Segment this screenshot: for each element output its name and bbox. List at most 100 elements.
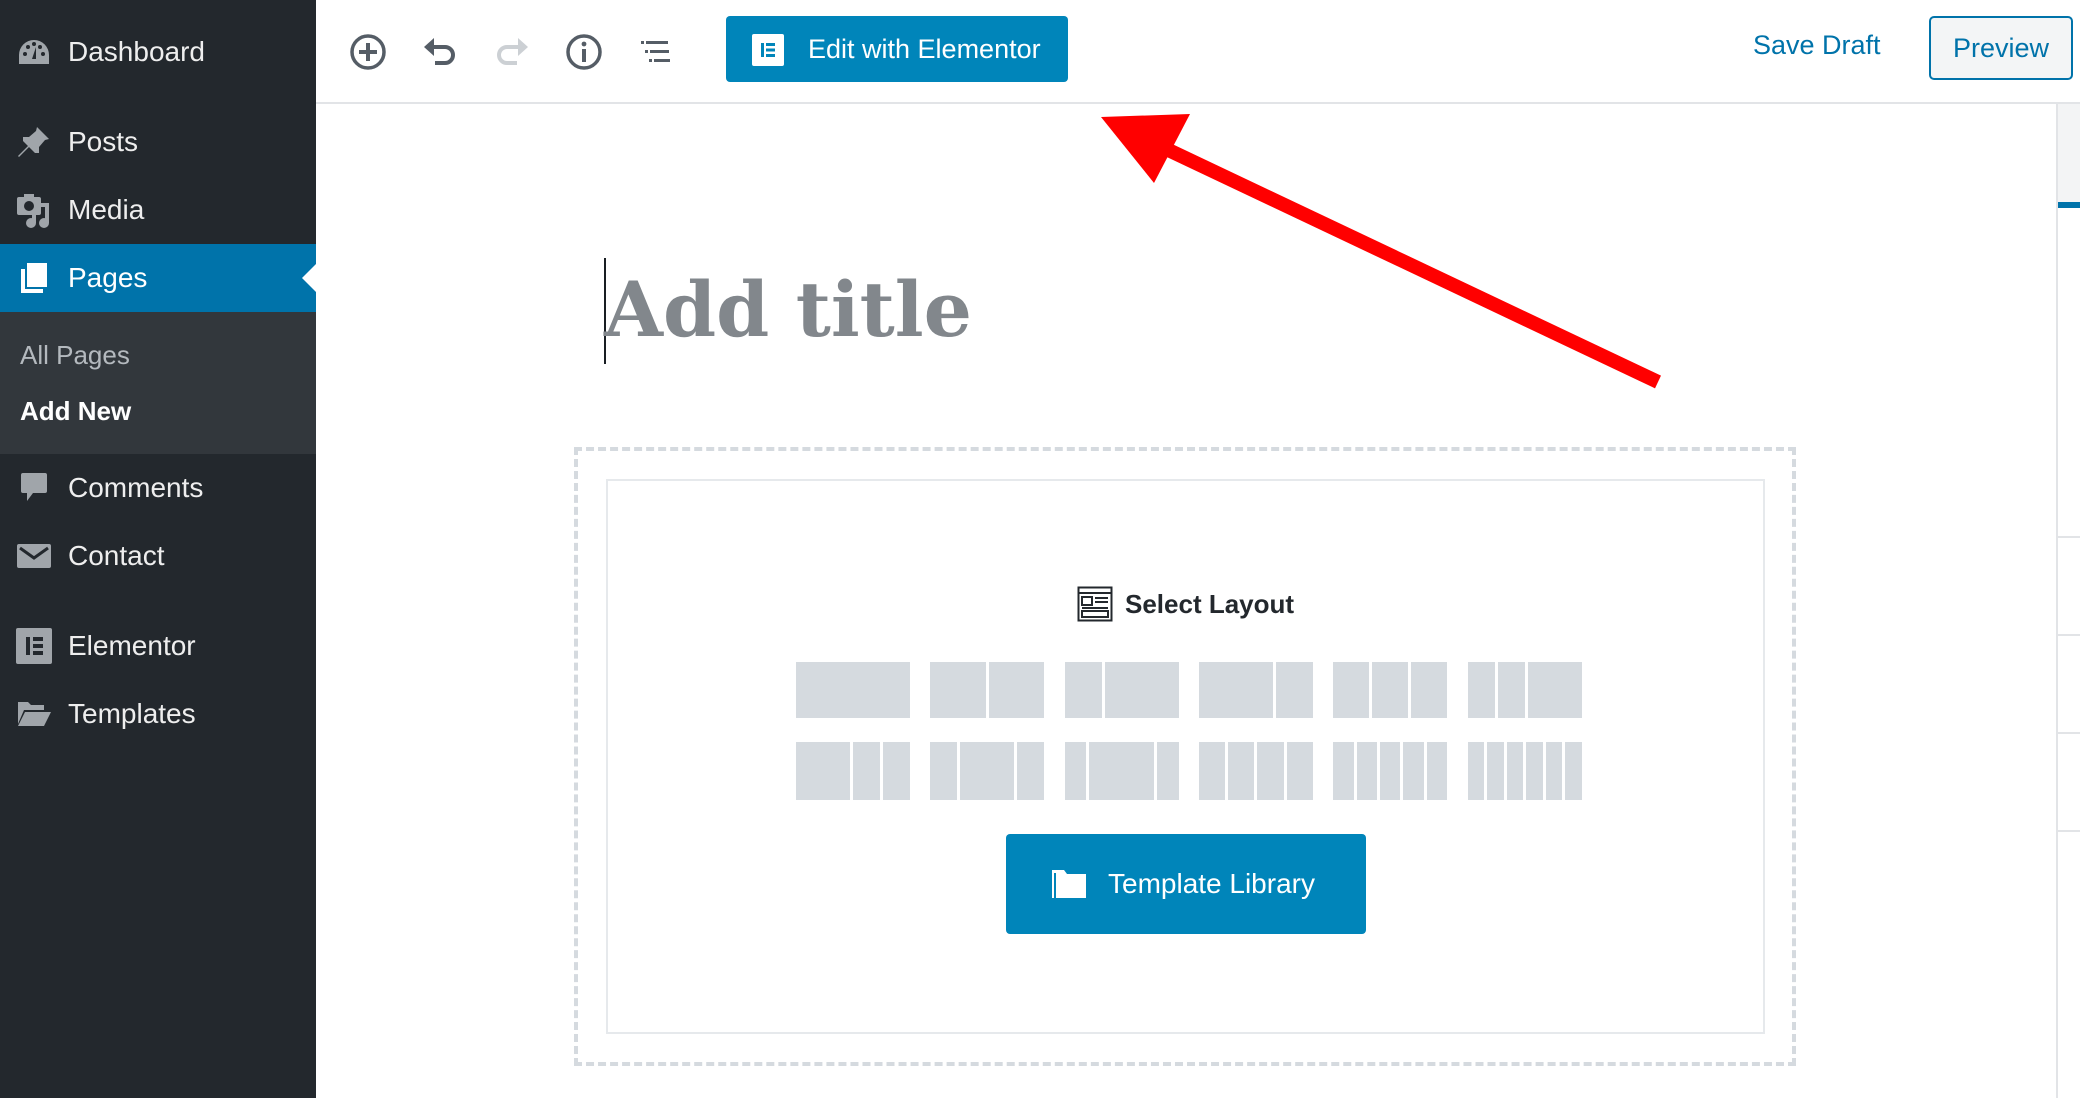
preview-button[interactable]: Preview bbox=[1929, 16, 2073, 80]
layout-preset-column bbox=[1487, 742, 1504, 800]
folder-icon bbox=[1052, 870, 1086, 898]
layout-preset-column bbox=[1467, 662, 1495, 718]
layout-preset-column bbox=[883, 742, 910, 800]
layout-preset[interactable] bbox=[930, 742, 1045, 800]
layout-preset-column bbox=[796, 662, 910, 718]
editor-toolbar: Edit with Elementor Save Draft Preview bbox=[316, 0, 2080, 104]
sidebar-item-media[interactable]: Media bbox=[0, 176, 316, 244]
layout-preset-column bbox=[1411, 662, 1448, 718]
mail-icon bbox=[14, 536, 54, 576]
sidebar-item-contact[interactable]: Contact bbox=[0, 522, 316, 590]
layout-preset-column bbox=[1064, 662, 1102, 718]
layout-preset-column bbox=[930, 662, 986, 718]
sidebar-item-label: Templates bbox=[68, 698, 196, 729]
pages-submenu: All Pages Add New bbox=[0, 312, 316, 454]
add-block-icon[interactable] bbox=[348, 32, 388, 72]
save-draft-button[interactable]: Save Draft bbox=[1753, 30, 1881, 61]
layout-preset-column bbox=[1156, 742, 1179, 800]
layout-preset-column bbox=[1333, 742, 1354, 800]
layout-preset-column bbox=[988, 662, 1045, 718]
layout-preset[interactable] bbox=[1198, 662, 1313, 718]
template-library-label: Template Library bbox=[1108, 868, 1315, 899]
layout-preset[interactable] bbox=[1198, 742, 1313, 800]
outline-icon[interactable] bbox=[636, 32, 676, 72]
pages-icon bbox=[14, 258, 54, 298]
admin-sidebar: Dashboard Posts Media Pages All Pages Ad… bbox=[0, 0, 316, 1098]
layout-preset[interactable] bbox=[1333, 662, 1448, 718]
layout-preset-column bbox=[1426, 742, 1448, 800]
select-layout-label: Select Layout bbox=[1125, 588, 1295, 619]
sidebar-item-label: Elementor bbox=[68, 630, 196, 661]
sidebar-item-label: Posts bbox=[68, 126, 139, 157]
sidebar-item-posts[interactable]: Posts bbox=[0, 108, 316, 176]
layout-preset-column bbox=[930, 742, 958, 800]
sidebar-item-label: Dashboard bbox=[68, 36, 205, 67]
pin-icon bbox=[14, 122, 54, 162]
layout-preset-column bbox=[1372, 662, 1409, 718]
sidebar-item-pages[interactable]: Pages bbox=[0, 244, 316, 312]
folder-open-icon bbox=[14, 694, 54, 734]
comment-icon bbox=[14, 468, 54, 508]
dashboard-icon bbox=[14, 32, 54, 72]
layout-preset-column bbox=[960, 742, 1015, 800]
layout-preset-column bbox=[1198, 662, 1273, 718]
layout-icon bbox=[1077, 586, 1113, 622]
active-tab-indicator bbox=[2058, 202, 2080, 208]
sidebar-item-label: Contact bbox=[68, 540, 165, 571]
layout-preset[interactable] bbox=[796, 662, 910, 718]
layout-preset-column bbox=[1497, 662, 1525, 718]
layout-preset-column bbox=[1545, 742, 1562, 800]
layout-preset-column bbox=[1380, 742, 1401, 800]
sidebar-item-elementor[interactable]: Elementor bbox=[0, 612, 316, 680]
layout-preset-column bbox=[1104, 662, 1179, 718]
sidebar-item-label: Pages bbox=[68, 262, 148, 293]
layout-preset-column bbox=[1356, 742, 1377, 800]
redo-icon[interactable] bbox=[492, 32, 532, 72]
layout-preset-column bbox=[1228, 742, 1255, 800]
post-title-input[interactable]: Add title bbox=[604, 258, 1804, 362]
layout-preset-column bbox=[1257, 742, 1284, 800]
layout-preset-column bbox=[853, 742, 880, 800]
settings-sidebar bbox=[2056, 104, 2080, 1098]
layout-preset[interactable] bbox=[1333, 742, 1448, 800]
panel-divider bbox=[2058, 634, 2080, 636]
sidebar-item-templates[interactable]: Templates bbox=[0, 680, 316, 748]
elementor-icon bbox=[752, 34, 784, 66]
layout-preset-column bbox=[796, 742, 850, 800]
layout-preset[interactable] bbox=[930, 662, 1045, 718]
panel-divider bbox=[2058, 830, 2080, 832]
undo-icon[interactable] bbox=[420, 32, 460, 72]
panel-divider bbox=[2058, 732, 2080, 734]
layout-preset[interactable] bbox=[1467, 742, 1582, 800]
layout-preset-column bbox=[1526, 742, 1543, 800]
settings-tab[interactable] bbox=[2058, 104, 2080, 202]
edit-with-elementor-label: Edit with Elementor bbox=[808, 33, 1041, 64]
submenu-all-pages[interactable]: All Pages bbox=[20, 340, 130, 371]
sidebar-item-comments[interactable]: Comments bbox=[0, 454, 316, 522]
submenu-add-new[interactable]: Add New bbox=[20, 396, 131, 427]
select-layout-panel bbox=[606, 479, 1765, 1034]
layout-preset[interactable] bbox=[1064, 662, 1179, 718]
sidebar-item-label: Media bbox=[68, 194, 145, 225]
layout-preset-column bbox=[1017, 742, 1045, 800]
layout-preset-column bbox=[1467, 742, 1484, 800]
layout-preset[interactable] bbox=[796, 742, 910, 800]
info-icon[interactable] bbox=[564, 32, 604, 72]
layout-preset-column bbox=[1064, 742, 1087, 800]
elementor-icon bbox=[14, 626, 54, 666]
select-layout-heading: Select Layout bbox=[1077, 586, 1294, 622]
layout-preset[interactable] bbox=[1467, 662, 1582, 718]
layout-preset-column bbox=[1286, 742, 1313, 800]
layout-preset[interactable] bbox=[1064, 742, 1179, 800]
panel-divider bbox=[2058, 536, 2080, 538]
layout-preset-column bbox=[1275, 662, 1313, 718]
layout-preset-column bbox=[1565, 742, 1582, 800]
layout-preset-column bbox=[1198, 742, 1226, 800]
template-library-button[interactable]: Template Library bbox=[1006, 834, 1366, 934]
layout-preset-column bbox=[1089, 742, 1154, 800]
layout-preset-column bbox=[1403, 742, 1424, 800]
sidebar-item-dashboard[interactable]: Dashboard bbox=[0, 18, 316, 86]
layout-preset-column bbox=[1506, 742, 1523, 800]
sidebar-item-label: Comments bbox=[68, 472, 204, 503]
edit-with-elementor-button[interactable]: Edit with Elementor bbox=[726, 16, 1068, 82]
